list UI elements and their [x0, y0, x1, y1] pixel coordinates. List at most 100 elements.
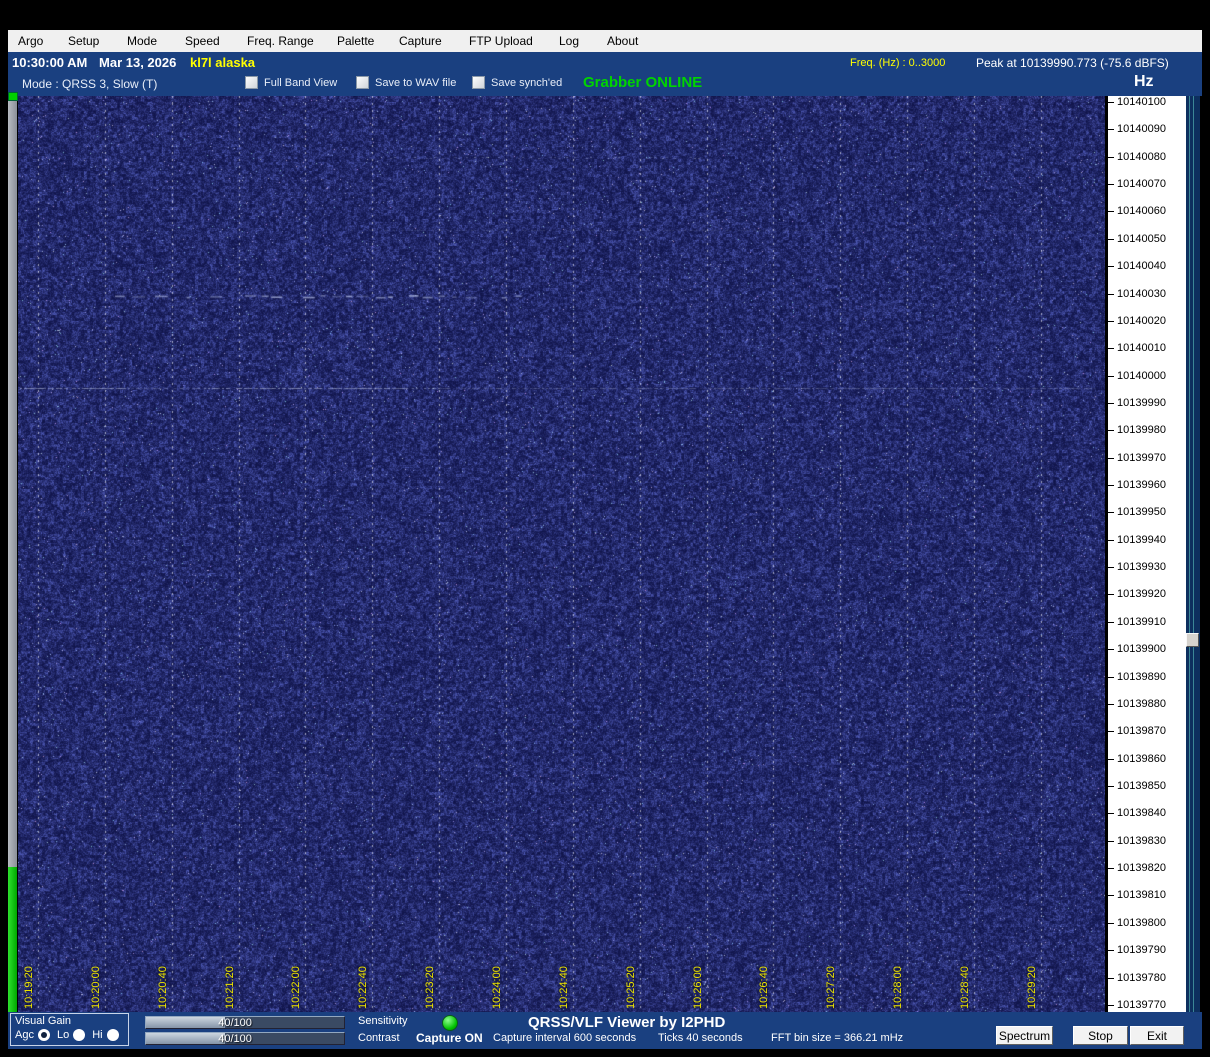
freq-label-row: 10139940	[1108, 535, 1186, 546]
radio-circle-icon[interactable]	[73, 1029, 85, 1041]
clock-and-date: 10:30:00 AM Mar 13, 2026 kl7l alaska	[12, 55, 255, 70]
scrollbar-thumb[interactable]	[1186, 633, 1199, 647]
freq-label: 10140050	[1117, 234, 1166, 245]
waterfall-display[interactable]: 10:19:20 10:20:00 10:20:40 10:21:20 10:22:00…	[18, 96, 1105, 1012]
checkbox-box-icon[interactable]	[356, 76, 369, 89]
menu-item-log[interactable]: Log	[549, 34, 597, 48]
freq-tick-icon	[1108, 321, 1114, 322]
freq-label-row: 10140000	[1108, 371, 1186, 382]
freq-label: 10139950	[1117, 507, 1166, 518]
freq-label: 10140070	[1117, 179, 1166, 190]
waterfall-canvas[interactable]	[18, 96, 1105, 1012]
freq-tick-icon	[1108, 184, 1114, 185]
freq-label: 10139900	[1117, 644, 1166, 655]
radio-circle-icon[interactable]	[107, 1029, 119, 1041]
menu-item-speed[interactable]: Speed	[175, 34, 237, 48]
radio-option-agc[interactable]: Agc	[15, 1029, 50, 1041]
freq-label-row: 10140080	[1108, 152, 1186, 163]
freq-label-row: 10139870	[1108, 726, 1186, 737]
capture-progress-rail	[8, 92, 17, 1012]
freq-label: 10140020	[1117, 316, 1166, 327]
stop-button[interactable]: Stop	[1073, 1026, 1128, 1045]
freq-label: 10139830	[1117, 836, 1166, 847]
freq-tick-icon	[1108, 348, 1114, 349]
menu-item-setup[interactable]: Setup	[58, 34, 117, 48]
mode-readout: Mode : QRSS 3, Slow (T)	[22, 77, 157, 91]
freq-label: 10139770	[1117, 1000, 1166, 1011]
freq-label-row: 10139950	[1108, 507, 1186, 518]
freq-label-row: 10139910	[1108, 617, 1186, 628]
radio-label: Agc	[15, 1029, 34, 1041]
freq-label: 10139890	[1117, 672, 1166, 683]
freq-tick-icon	[1108, 868, 1114, 869]
freq-label-row: 10139800	[1108, 918, 1186, 929]
app-title: QRSS/VLF Viewer by I2PHD	[528, 1014, 725, 1031]
exit-button[interactable]: Exit	[1130, 1026, 1184, 1045]
time-label: 10:28:00	[891, 933, 905, 1009]
freq-label-row: 10140020	[1108, 316, 1186, 327]
freq-tick-icon	[1108, 978, 1114, 979]
menu-item-freq-range[interactable]: Freq. Range	[237, 34, 327, 48]
radio-circle-icon[interactable]	[38, 1029, 50, 1041]
time-label: 10:22:00	[289, 933, 303, 1009]
menu-item-capture[interactable]: Capture	[389, 34, 459, 48]
freq-label: 10139960	[1117, 480, 1166, 491]
freq-label-row: 10139990	[1108, 398, 1186, 409]
freq-label-row: 10139850	[1108, 781, 1186, 792]
freq-tick-icon	[1108, 649, 1114, 650]
frequency-scrollbar[interactable]	[1186, 96, 1200, 1012]
freq-label-row: 10140030	[1108, 289, 1186, 300]
menu-item-argo[interactable]: Argo	[8, 34, 58, 48]
freq-tick-icon	[1108, 540, 1114, 541]
checkbox-full-band-view[interactable]: Full Band View	[245, 76, 337, 89]
checkbox-save-synch-ed[interactable]: Save synch'ed	[472, 76, 562, 89]
freq-label: 10139850	[1117, 781, 1166, 792]
radio-option-hi[interactable]: Hi	[92, 1029, 118, 1041]
spectrum-button[interactable]: Spectrum	[996, 1026, 1053, 1045]
hz-unit-label: Hz	[1134, 73, 1154, 91]
freq-tick-icon	[1108, 211, 1114, 212]
freq-label-row: 10139880	[1108, 699, 1186, 710]
freq-tick-icon	[1108, 430, 1114, 431]
menu-item-about[interactable]: About	[597, 34, 647, 48]
freq-tick-icon	[1108, 895, 1114, 896]
freq-tick-icon	[1108, 622, 1114, 623]
freq-tick-icon	[1108, 266, 1114, 267]
freq-label: 10140010	[1117, 343, 1166, 354]
status-bar: Visual Gain Agc Lo Hi 40/100 40/100 Sensit…	[8, 1012, 1202, 1049]
freq-label-row: 10139970	[1108, 453, 1186, 464]
progress-fill	[8, 867, 17, 1012]
menu-item-palette[interactable]: Palette	[327, 34, 389, 48]
freq-label: 10139970	[1117, 453, 1166, 464]
frequency-scale: 10140100 10140090 10140080 10140070 10140060…	[1108, 96, 1186, 1012]
freq-tick-icon	[1108, 731, 1114, 732]
freq-label-row: 10140010	[1108, 343, 1186, 354]
freq-label-row: 10139790	[1108, 945, 1186, 956]
capture-status: Capture ON	[416, 1031, 483, 1045]
header-bar: 10:30:00 AM Mar 13, 2026 kl7l alaska Fre…	[8, 52, 1202, 96]
sensitivity-slider[interactable]: 40/100	[145, 1016, 345, 1029]
freq-label: 10140090	[1117, 124, 1166, 135]
menu-item-ftp-upload[interactable]: FTP Upload	[459, 34, 549, 48]
freq-label: 10139920	[1117, 589, 1166, 600]
checkbox-label: Save synch'ed	[491, 77, 562, 89]
checkbox-save-to-wav-file[interactable]: Save to WAV file	[356, 76, 456, 89]
freq-tick-icon	[1108, 786, 1114, 787]
freq-tick-icon	[1108, 704, 1114, 705]
contrast-slider[interactable]: 40/100	[145, 1032, 345, 1045]
freq-label: 10140040	[1117, 261, 1166, 272]
freq-tick-icon	[1108, 759, 1114, 760]
freq-label: 10139870	[1117, 726, 1166, 737]
freq-label: 10140030	[1117, 289, 1166, 300]
freq-label-row: 10139980	[1108, 425, 1186, 436]
checkbox-box-icon[interactable]	[472, 76, 485, 89]
time-label: 10:22:40	[356, 933, 370, 1009]
time-label: 10:19:20	[22, 933, 36, 1009]
radio-option-lo[interactable]: Lo	[57, 1029, 85, 1041]
freq-label: 10139940	[1117, 535, 1166, 546]
checkbox-box-icon[interactable]	[245, 76, 258, 89]
freq-label-row: 10139860	[1108, 754, 1186, 765]
freq-tick-icon	[1108, 294, 1114, 295]
menu-item-mode[interactable]: Mode	[117, 34, 175, 48]
freq-tick-icon	[1108, 129, 1114, 130]
